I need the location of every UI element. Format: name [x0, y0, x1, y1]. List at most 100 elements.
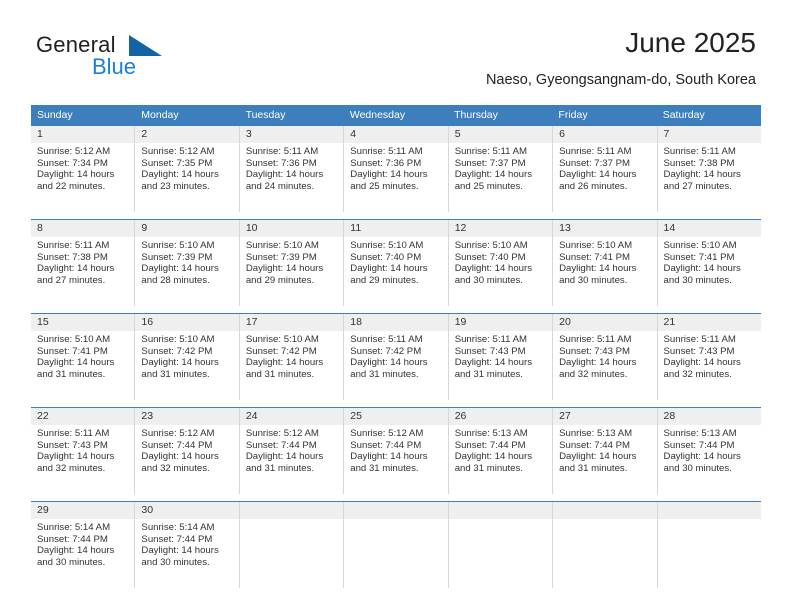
- sunset-text: Sunset: 7:40 PM: [454, 251, 526, 263]
- calendar-day-cell[interactable]: 28 Sunrise: 5:13 AM Sunset: 7:44 PM Dayligh…: [657, 408, 761, 494]
- day-sun-info: Sunrise: 5:11 AM Sunset: 7:37 PM Daylight:…: [553, 143, 656, 193]
- day-number-bar: [239, 502, 344, 519]
- day-sun-info: Sunrise: 5:12 AM Sunset: 7:35 PM Daylight:…: [135, 143, 238, 193]
- daylight-text-line1: Daylight: 14 hours: [350, 263, 428, 275]
- day-sun-info: Sunrise: 5:10 AM Sunset: 7:39 PM Daylight:…: [135, 237, 238, 287]
- calendar-day-cell[interactable]: 5 Sunrise: 5:11 AM Sunset: 7:37 PM Daylight…: [448, 126, 554, 212]
- day-sun-info: Sunrise: 5:12 AM Sunset: 7:44 PM Daylight:…: [344, 425, 447, 475]
- page-header: General Blue June 2025 Naeso, Gyeongsang…: [0, 0, 792, 104]
- title-block: June 2025 Naeso, Gyeongsangnam-do, South…: [486, 26, 756, 90]
- day-number-bar: [344, 502, 448, 519]
- sunrise-text: Sunrise: 5:12 AM: [141, 146, 215, 157]
- sunset-text: Sunset: 7:42 PM: [141, 345, 213, 357]
- weekday-header-wednesday: Wednesday: [349, 109, 406, 121]
- day-number: 10: [245, 222, 258, 234]
- sunset-text: Sunset: 7:39 PM: [245, 251, 317, 263]
- sunrise-text: Sunrise: 5:10 AM: [350, 240, 424, 251]
- day-number-bar: 26: [448, 408, 553, 425]
- weekday-header-sunday: Sunday: [37, 109, 73, 121]
- sunset-text: Sunset: 7:44 PM: [141, 439, 213, 451]
- sunrise-text: Sunrise: 5:10 AM: [141, 334, 215, 345]
- day-number: 7: [663, 128, 670, 140]
- daylight-text-line1: Daylight: 14 hours: [350, 451, 428, 463]
- calendar-day-cell[interactable]: 26 Sunrise: 5:13 AM Sunset: 7:44 PM Dayligh…: [448, 408, 554, 494]
- daylight-text-line2: and 30 minutes.: [37, 557, 106, 569]
- calendar-day-cell[interactable]: 7 Sunrise: 5:11 AM Sunset: 7:38 PM Daylight…: [657, 126, 761, 212]
- day-sun-info: [658, 519, 761, 522]
- calendar-day-cell[interactable]: 9 Sunrise: 5:10 AM Sunset: 7:39 PM Daylight…: [135, 220, 240, 306]
- daylight-text-line1: Daylight: 14 hours: [141, 263, 219, 275]
- daylight-text-line1: Daylight: 14 hours: [141, 545, 219, 557]
- sunset-text: Sunset: 7:44 PM: [454, 439, 526, 451]
- calendar-day-cell[interactable]: 30 Sunrise: 5:14 AM Sunset: 7:44 PM Dayligh…: [135, 502, 240, 588]
- sunrise-text: Sunrise: 5:11 AM: [663, 334, 736, 345]
- daylight-text-line1: Daylight: 14 hours: [663, 263, 741, 275]
- calendar-day-cell[interactable]: 12 Sunrise: 5:10 AM Sunset: 7:40 PM Dayligh…: [448, 220, 554, 306]
- daylight-text-line2: and 31 minutes.: [350, 463, 419, 475]
- calendar-day-cell[interactable]: 19 Sunrise: 5:11 AM Sunset: 7:43 PM Dayligh…: [448, 314, 554, 400]
- calendar-day-cell[interactable]: 8 Sunrise: 5:11 AM Sunset: 7:38 PM Daylight…: [31, 220, 136, 306]
- calendar-grid: Sunday Monday Tuesday Wednesday Thursday Frid…: [31, 105, 761, 588]
- sunset-text: Sunset: 7:44 PM: [350, 439, 422, 451]
- day-number: 20: [559, 316, 571, 328]
- calendar-day-cell[interactable]: 4 Sunrise: 5:11 AM Sunset: 7:36 PM Daylight…: [344, 126, 449, 212]
- page-title: June 2025: [625, 27, 756, 58]
- calendar-day-cell[interactable]: 15 Sunrise: 5:10 AM Sunset: 7:41 PM Dayligh…: [31, 314, 136, 400]
- calendar-week-row: 1 Sunrise: 5:12 AM Sunset: 7:34 PM Daylight…: [31, 125, 761, 212]
- day-number-bar: [553, 502, 657, 519]
- calendar-day-cell[interactable]: 11 Sunrise: 5:10 AM Sunset: 7:40 PM Dayligh…: [344, 220, 449, 306]
- calendar-day-cell[interactable]: 10 Sunrise: 5:10 AM Sunset: 7:39 PM Dayligh…: [239, 220, 345, 306]
- sunset-text: Sunset: 7:43 PM: [454, 345, 526, 357]
- daylight-text-line1: Daylight: 14 hours: [141, 451, 219, 463]
- day-number-bar: 18: [344, 314, 448, 331]
- daylight-text-line1: Daylight: 14 hours: [37, 169, 115, 181]
- daylight-text-line1: Daylight: 14 hours: [245, 451, 324, 463]
- calendar-week-row: 15 Sunrise: 5:10 AM Sunset: 7:41 PM Dayligh…: [31, 313, 761, 400]
- daylight-text-line2: and 32 minutes.: [37, 463, 106, 475]
- daylight-text-line2: and 32 minutes.: [141, 463, 210, 475]
- sunrise-text: Sunrise: 5:14 AM: [141, 522, 215, 533]
- day-sun-info: Sunrise: 5:11 AM Sunset: 7:42 PM Daylight:…: [344, 331, 447, 381]
- calendar-day-cell[interactable]: 14 Sunrise: 5:10 AM Sunset: 7:41 PM Dayligh…: [657, 220, 761, 306]
- day-number-bar: 7: [657, 126, 761, 143]
- calendar-day-cell[interactable]: 29 Sunrise: 5:14 AM Sunset: 7:44 PM Dayligh…: [31, 502, 136, 588]
- day-sun-info: Sunrise: 5:11 AM Sunset: 7:37 PM Daylight:…: [449, 143, 552, 193]
- day-sun-info: Sunrise: 5:14 AM Sunset: 7:44 PM Daylight:…: [135, 519, 238, 569]
- general-blue-logo[interactable]: General Blue: [36, 32, 236, 88]
- sunset-text: Sunset: 7:42 PM: [350, 345, 422, 357]
- day-sun-info: Sunrise: 5:11 AM Sunset: 7:43 PM Daylight:…: [31, 425, 134, 475]
- calendar-day-cell[interactable]: 27 Sunrise: 5:13 AM Sunset: 7:44 PM Dayligh…: [553, 408, 658, 494]
- calendar-day-cell[interactable]: 1 Sunrise: 5:12 AM Sunset: 7:34 PM Daylight…: [31, 126, 136, 212]
- sunrise-text: Sunrise: 5:10 AM: [245, 334, 319, 345]
- sunset-text: Sunset: 7:43 PM: [37, 439, 108, 451]
- calendar-day-cell[interactable]: 18 Sunrise: 5:11 AM Sunset: 7:42 PM Dayligh…: [344, 314, 449, 400]
- calendar-day-cell[interactable]: 13 Sunrise: 5:10 AM Sunset: 7:41 PM Dayligh…: [553, 220, 658, 306]
- calendar-day-cell[interactable]: 23 Sunrise: 5:12 AM Sunset: 7:44 PM Dayligh…: [135, 408, 240, 494]
- day-number: 30: [141, 504, 154, 516]
- calendar-day-cell[interactable]: 2 Sunrise: 5:12 AM Sunset: 7:35 PM Daylight…: [135, 126, 240, 212]
- calendar-day-cell[interactable]: 17 Sunrise: 5:10 AM Sunset: 7:42 PM Dayligh…: [239, 314, 345, 400]
- calendar-day-cell[interactable]: 20 Sunrise: 5:11 AM Sunset: 7:43 PM Dayligh…: [553, 314, 658, 400]
- daylight-text-line2: and 30 minutes.: [663, 463, 732, 475]
- sunset-text: Sunset: 7:38 PM: [663, 157, 735, 169]
- calendar-day-cell-empty: [553, 502, 658, 588]
- page-subtitle: Naeso, Gyeongsangnam-do, South Korea: [485, 72, 756, 88]
- day-number: 17: [245, 316, 258, 328]
- sunrise-text: Sunrise: 5:11 AM: [559, 146, 632, 157]
- calendar-day-cell[interactable]: 21 Sunrise: 5:11 AM Sunset: 7:43 PM Dayligh…: [657, 314, 761, 400]
- calendar-day-cell[interactable]: 22 Sunrise: 5:11 AM Sunset: 7:43 PM Dayligh…: [31, 408, 136, 494]
- sunset-text: Sunset: 7:41 PM: [663, 251, 735, 263]
- calendar-day-cell[interactable]: 3 Sunrise: 5:11 AM Sunset: 7:36 PM Daylight…: [239, 126, 345, 212]
- weekday-header-saturday: Saturday: [662, 109, 705, 121]
- calendar-day-cell[interactable]: 24 Sunrise: 5:12 AM Sunset: 7:44 PM Dayligh…: [239, 408, 345, 494]
- calendar-day-cell[interactable]: 16 Sunrise: 5:10 AM Sunset: 7:42 PM Dayligh…: [135, 314, 240, 400]
- calendar-week-row: 29 Sunrise: 5:14 AM Sunset: 7:44 PM Dayligh…: [31, 501, 761, 588]
- calendar-day-cell[interactable]: 6 Sunrise: 5:11 AM Sunset: 7:37 PM Daylight…: [553, 126, 658, 212]
- daylight-text-line1: Daylight: 14 hours: [559, 451, 637, 463]
- calendar-day-cell[interactable]: 25 Sunrise: 5:12 AM Sunset: 7:44 PM Dayligh…: [344, 408, 449, 494]
- daylight-text-line2: and 30 minutes.: [454, 275, 523, 287]
- day-sun-info: Sunrise: 5:10 AM Sunset: 7:41 PM Daylight:…: [553, 237, 656, 287]
- daylight-text-line1: Daylight: 14 hours: [37, 357, 115, 369]
- day-number-bar: 12: [448, 220, 553, 237]
- day-number: 16: [141, 316, 154, 328]
